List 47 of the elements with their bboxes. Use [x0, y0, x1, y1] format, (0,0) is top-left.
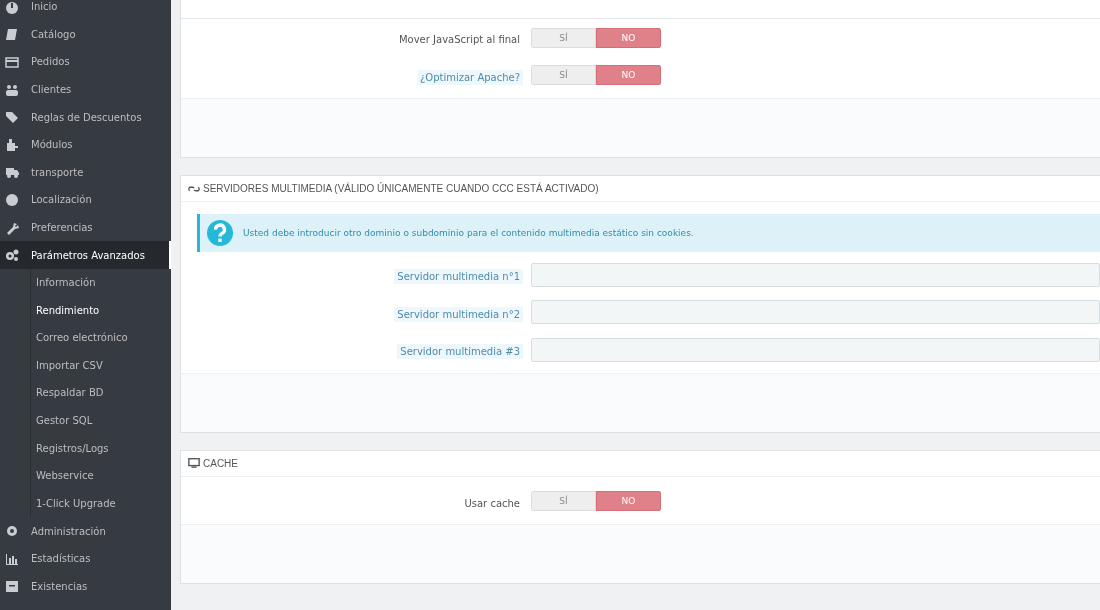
- submenu-item[interactable]: 1-Click Upgrade: [31, 489, 171, 518]
- gear-icon: [5, 524, 19, 539]
- sidebar-item[interactable]: Módulos: [0, 130, 171, 159]
- sidebar-item[interactable]: Catálogo: [0, 20, 171, 49]
- tag-icon: [5, 110, 19, 125]
- bar-chart-icon: [5, 551, 19, 566]
- submenu-item[interactable]: Respaldar BD: [31, 379, 171, 407]
- sidebar-item[interactable]: Existencias: [0, 572, 171, 601]
- archive-icon: [5, 579, 19, 594]
- sidebar-item[interactable]: Clientes: [0, 75, 171, 104]
- gears-icon: [5, 248, 19, 263]
- panel-title: CACHE: [203, 457, 238, 469]
- help-label: Servidor multimedia n°2: [394, 306, 523, 322]
- sidebar-item[interactable]: Preferencias: [0, 213, 171, 242]
- help-label: Servidor multimedia n°1: [394, 269, 523, 285]
- monitor-icon: [188, 457, 200, 469]
- field-label: Mover JavaScript al final: [397, 33, 521, 48]
- input-field[interactable]: [531, 262, 1100, 287]
- alert-message: Usted debe introducir otro dominio o subdominio para el contenido multimedia estático sin cookies.: [243, 228, 694, 238]
- sidebar-item[interactable]: Parámetros Avanzados: [0, 241, 171, 269]
- sidebar-item[interactable]: transporte: [0, 158, 171, 187]
- submenu-item[interactable]: Registros/Logs: [31, 434, 171, 463]
- sidebar-item[interactable]: Localización: [0, 186, 171, 214]
- puzzle-icon: [5, 137, 19, 152]
- sidebar-item[interactable]: Reglas de Descuentos: [0, 103, 171, 131]
- users-icon: [5, 82, 19, 97]
- submenu-item[interactable]: Rendimiento: [31, 296, 171, 325]
- submenu-item[interactable]: Gestor SQL: [31, 406, 171, 435]
- help-label: Servidor multimedia #3: [397, 344, 523, 360]
- sidebar-item[interactable]: Pedidos: [0, 48, 171, 76]
- sidebar-item[interactable]: Administración: [0, 517, 171, 545]
- truck-icon: [5, 165, 19, 180]
- input-field[interactable]: [531, 300, 1100, 325]
- submenu-item[interactable]: Información: [31, 268, 171, 297]
- wrench-icon: [5, 220, 19, 235]
- submenu-item[interactable]: Webservice: [31, 462, 171, 490]
- sidebar-item[interactable]: Estadísticas: [0, 544, 171, 573]
- submenu-item[interactable]: Importar CSV: [31, 351, 171, 380]
- panel-title: SERVIDORES MULTIMEDIA (VÁLIDO ÚNICAMENTE CUANDO CCC ESTÁ ACTIVADO): [203, 183, 599, 194]
- input-field[interactable]: [531, 337, 1100, 362]
- question-icon: [207, 220, 233, 246]
- card-icon: [5, 55, 19, 69]
- book-icon: [5, 27, 19, 42]
- sidebar-item[interactable]: Inicio: [0, 0, 171, 21]
- submenu-item[interactable]: Correo electrónico: [31, 324, 171, 352]
- help-label: ¿Optimizar Apache?: [416, 69, 523, 85]
- field-label: Usar cache: [463, 496, 521, 511]
